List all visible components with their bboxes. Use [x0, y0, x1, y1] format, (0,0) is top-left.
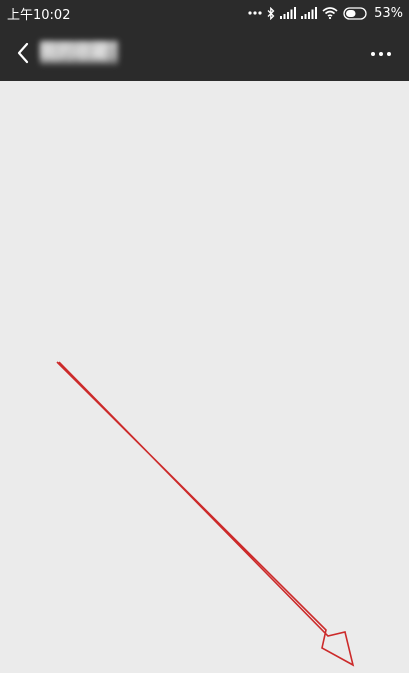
status-time: 上午10:02: [7, 7, 71, 23]
arrow-down-right-icon: [56, 361, 355, 667]
more-dots-icon: [248, 11, 262, 15]
bluetooth-icon: [267, 6, 275, 20]
status-bar: 上午10:02 53%: [0, 0, 409, 26]
more-options-button[interactable]: [367, 40, 395, 68]
battery-percent: 53%: [374, 5, 403, 21]
status-icons: 53%: [248, 6, 403, 21]
title-bar: 我的收藏: [0, 26, 409, 81]
back-button[interactable]: [8, 37, 38, 69]
signal-icon: [301, 7, 318, 19]
content-area: [0, 81, 409, 673]
page-title: 我的收藏: [40, 43, 108, 63]
battery-icon: [343, 6, 367, 20]
wifi-icon: [322, 7, 338, 19]
signal-icon: [280, 7, 297, 19]
more-horizontal-icon: [371, 52, 391, 56]
chevron-left-icon: [17, 42, 29, 64]
